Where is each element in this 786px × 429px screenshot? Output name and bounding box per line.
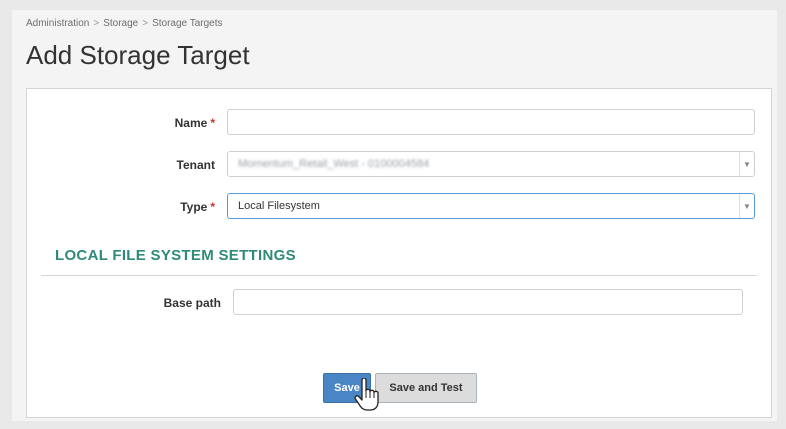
tenant-select[interactable]: Momentum_Retail_West - 0100004584 ▼: [227, 151, 755, 177]
base-path-label: Base path: [163, 296, 221, 310]
tenant-label: Tenant: [176, 158, 215, 172]
breadcrumb-link-storage[interactable]: Storage: [103, 18, 138, 29]
type-label: Type *: [180, 200, 215, 214]
base-path-input[interactable]: [233, 289, 743, 315]
tenant-row: Tenant Momentum_Retail_West - 0100004584…: [27, 151, 771, 179]
section-divider: [41, 275, 757, 276]
name-label: Name *: [175, 116, 215, 130]
section-title: LOCAL FILE SYSTEM SETTINGS: [55, 247, 296, 264]
required-marker: *: [210, 200, 215, 214]
page-title: Add Storage Target: [26, 40, 250, 70]
breadcrumb-link-administration[interactable]: Administration: [26, 18, 89, 29]
breadcrumb-link-storage-targets[interactable]: Storage Targets: [152, 18, 222, 29]
page-container: Administration > Storage > Storage Targets A…: [12, 10, 777, 421]
base-path-row: Base path: [27, 289, 771, 317]
tenant-select-value: Momentum_Retail_West - 0100004584: [238, 158, 430, 170]
type-row: Type * Local Filesystem ▼: [27, 193, 771, 221]
chevron-down-icon[interactable]: ▼: [739, 194, 754, 218]
breadcrumb-separator: >: [93, 18, 100, 29]
type-select[interactable]: Local Filesystem ▼: [227, 193, 755, 219]
form-panel: Name * Tenant Momentum_Retail_West - 0100…: [26, 88, 772, 418]
type-label-text: Type: [180, 200, 208, 214]
required-marker: *: [210, 116, 215, 130]
hand-pointer-icon: [354, 378, 379, 411]
breadcrumb: Administration > Storage > Storage Targets: [26, 18, 223, 29]
name-label-text: Name: [174, 116, 208, 130]
name-row: Name *: [27, 109, 771, 137]
chevron-down-icon[interactable]: ▼: [739, 152, 754, 176]
type-select-value: Local Filesystem: [238, 200, 320, 212]
breadcrumb-separator: >: [142, 18, 149, 29]
save-and-test-button[interactable]: Save and Test: [375, 373, 477, 403]
name-input[interactable]: [227, 109, 755, 135]
